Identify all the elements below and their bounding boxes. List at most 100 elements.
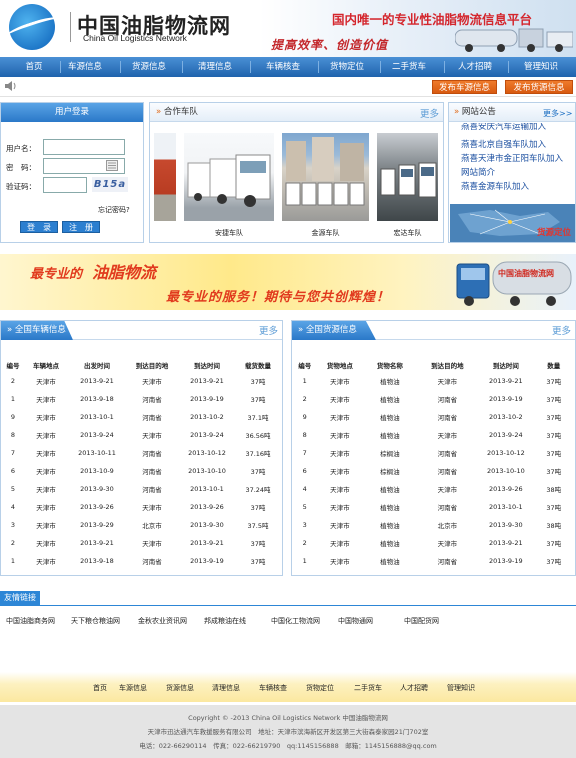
captcha-image[interactable]: B15a — [92, 177, 128, 192]
friend-links-divider — [0, 605, 576, 606]
nav-home[interactable]: 首页 — [10, 57, 58, 77]
friend-link[interactable]: 中国配货网 — [404, 616, 439, 626]
table-row[interactable]: 2 天津市 2013-9-21 天津市 2013-9-21 37吨 — [2, 534, 280, 552]
footer-nav-item[interactable]: 货物定位 — [306, 683, 334, 693]
footer-nav-item[interactable]: 管理知识 — [447, 683, 475, 693]
fleet-photo-hongda[interactable] — [377, 133, 438, 221]
nav-used-trucks[interactable]: 二手货车 — [384, 57, 434, 77]
fleet-photo-partial[interactable] — [154, 133, 176, 221]
nav-cargo-location[interactable]: 货物定位 — [322, 57, 372, 77]
table-row[interactable]: 2 天津市 2013-9-21 天津市 2013-9-21 37吨 — [2, 372, 280, 390]
fleet-photo-jinyuan[interactable] — [282, 133, 369, 221]
table-row[interactable]: 2 天津市 植物油 天津市 2013-9-21 37吨 — [293, 534, 574, 552]
login-button[interactable]: 登 录 — [20, 221, 58, 233]
notice-item[interactable]: 燕喜金源车队加入 — [461, 180, 529, 192]
slogan-sub: 提高效率、创造价值 — [271, 38, 389, 52]
table-row[interactable]: 1 天津市 2013-9-18 河南省 2013-9-19 37吨 — [2, 552, 280, 570]
table-row[interactable]: 8 天津市 植物油 天津市 2013-9-24 37吨 — [293, 426, 574, 444]
table-row[interactable]: 4 天津市 2013-9-26 天津市 2013-9-26 37吨 — [2, 498, 280, 516]
table-row[interactable]: 1 天津市 植物油 天津市 2013-9-21 37吨 — [293, 372, 574, 390]
table-cell: 38吨 — [546, 522, 562, 530]
table-row[interactable]: 1 天津市 2013-9-18 河南省 2013-9-19 37吨 — [2, 390, 280, 408]
vehicle-more-link[interactable]: 更多 — [259, 323, 278, 337]
table-cell: 2013-10-10 — [188, 467, 226, 475]
captcha-label: 验证码： — [6, 182, 36, 191]
table-row[interactable]: 5 天津市 2013-9-30 河南省 2013-10-1 37.24吨 — [2, 480, 280, 498]
footer-nav — [0, 672, 576, 702]
table-cell: 植物油 — [380, 558, 400, 566]
fleet-caption-hongda[interactable]: 宏达车队 — [377, 228, 438, 238]
chevron-right-icon: » — [454, 107, 460, 117]
footer-nav-item[interactable]: 货源信息 — [166, 683, 194, 693]
nav-clearance-info[interactable]: 清理信息 — [190, 57, 240, 77]
table-row[interactable]: 1 天津市 植物油 河南省 2013-9-19 37吨 — [293, 552, 574, 570]
footer-nav-item[interactable]: 清理信息 — [212, 683, 240, 693]
publish-vehicle-button[interactable]: 发布车源信息 — [432, 80, 497, 94]
table-cell: 天津市 — [437, 540, 458, 548]
footer-nav-item[interactable]: 车源信息 — [119, 683, 147, 693]
nav-vehicle-info[interactable]: 车源信息 — [62, 57, 108, 77]
table-row[interactable]: 6 天津市 2013-10-9 河南省 2013-10-10 37吨 — [2, 462, 280, 480]
table-row[interactable]: 5 天津市 植物油 河南省 2013-10-1 37吨 — [293, 498, 574, 516]
notice-item[interactable]: 燕喜北京自强车队加入 — [461, 138, 546, 150]
footer-nav-item[interactable]: 车辆核查 — [259, 683, 287, 693]
table-cell: 2013-9-26 — [80, 503, 114, 511]
friend-link[interactable]: 中国化工物流网 — [271, 616, 320, 626]
column-header: 车辆地点 — [33, 362, 59, 370]
table-cell: 棕榈油 — [380, 450, 400, 458]
cargo-more-link[interactable]: 更多 — [552, 323, 571, 337]
table-cell: 2013-10-9 — [80, 467, 114, 475]
table-row[interactable]: 8 天津市 2013-9-24 天津市 2013-9-24 36.56吨 — [2, 426, 280, 444]
friend-link[interactable]: 金秋农业资讯网 — [138, 616, 187, 626]
nav-management[interactable]: 管理知识 — [514, 57, 568, 77]
fleet-photo-anjie[interactable] — [184, 133, 274, 221]
notice-item[interactable]: 燕喜天津市金正阳车队加入 — [461, 152, 563, 164]
friend-link[interactable]: 中国油脂商务网 — [6, 616, 55, 626]
username-input[interactable] — [43, 139, 125, 155]
table-cell: 天津市 — [142, 504, 162, 512]
friend-link[interactable]: 邦成粮油在线 — [204, 616, 246, 626]
fleet-more-link[interactable]: 更多 — [420, 106, 439, 120]
table-cell: 棕榈油 — [380, 468, 400, 476]
table-row[interactable]: 3 天津市 植物油 北京市 2013-9-30 38吨 — [293, 516, 574, 534]
keyboard-icon[interactable] — [106, 160, 118, 171]
table-row[interactable]: 7 天津市 2013-10-11 河南省 2013-10-12 37.16吨 — [2, 444, 280, 462]
nav-recruitment[interactable]: 人才招聘 — [448, 57, 502, 77]
table-row[interactable]: 3 天津市 2013-9-29 北京市 2013-9-30 37.5吨 — [2, 516, 280, 534]
table-cell: 2013-9-21 — [489, 539, 523, 547]
table-header-row: 编号 货物地点 货物名称 到达目的地 到达时间 数量 — [293, 358, 574, 372]
table-row[interactable]: 6 天津市 棕榈油 河南省 2013-10-10 37吨 — [293, 462, 574, 480]
fleet-caption-anjie[interactable]: 安捷车队 — [184, 228, 274, 238]
captcha-input[interactable] — [43, 177, 87, 193]
friend-link[interactable]: 天下粮仓粮油网 — [71, 616, 120, 626]
table-cell: 37吨 — [546, 378, 562, 386]
fleet-caption-jinyuan[interactable]: 金源车队 — [282, 228, 369, 238]
table-cell: 37吨 — [250, 504, 266, 512]
table-row[interactable]: 4 天津市 植物油 天津市 2013-9-26 38吨 — [293, 480, 574, 498]
notice-more-link[interactable]: 更多>> — [543, 108, 572, 119]
table-row[interactable]: 9 天津市 2013-10-1 河南省 2013-10-2 37.1吨 — [2, 408, 280, 426]
table-cell: 2013-10-12 — [188, 449, 226, 457]
column-header: 出发时间 — [84, 362, 110, 370]
banner-line1-a: 最专业的 — [30, 267, 83, 282]
table-row[interactable]: 9 天津市 植物油 河南省 2013-10-2 37吨 — [293, 408, 574, 426]
table-cell: 2013-9-24 — [80, 431, 114, 439]
table-cell: 3 — [302, 521, 307, 529]
footer-nav-item[interactable]: 人才招聘 — [400, 683, 428, 693]
table-cell: 2013-9-21 — [190, 377, 224, 385]
table-cell: 37.24吨 — [245, 486, 271, 494]
publish-cargo-button[interactable]: 发布货源信息 — [505, 80, 573, 94]
table-row[interactable]: 2 天津市 植物油 河南省 2013-9-19 37吨 — [293, 390, 574, 408]
table-cell: 2013-9-30 — [489, 521, 523, 529]
register-button[interactable]: 注 册 — [62, 221, 100, 233]
table-cell: 河南省 — [142, 396, 162, 404]
forgot-password-link[interactable]: 忘记密码? — [98, 205, 130, 215]
footer-nav-item[interactable]: 二手货车 — [354, 683, 382, 693]
footer-nav-item[interactable]: 首页 — [93, 683, 107, 693]
nav-vehicle-check[interactable]: 车辆核查 — [258, 57, 308, 77]
notice-item[interactable]: 网站简介 — [461, 166, 495, 178]
table-row[interactable]: 7 天津市 棕榈油 河南省 2013-10-12 37吨 — [293, 444, 574, 462]
nav-cargo-info[interactable]: 货源信息 — [124, 57, 174, 77]
friend-link[interactable]: 中国物通网 — [338, 616, 373, 626]
notice-item[interactable]: 燕喜安庆汽车运输加入 — [461, 123, 546, 132]
